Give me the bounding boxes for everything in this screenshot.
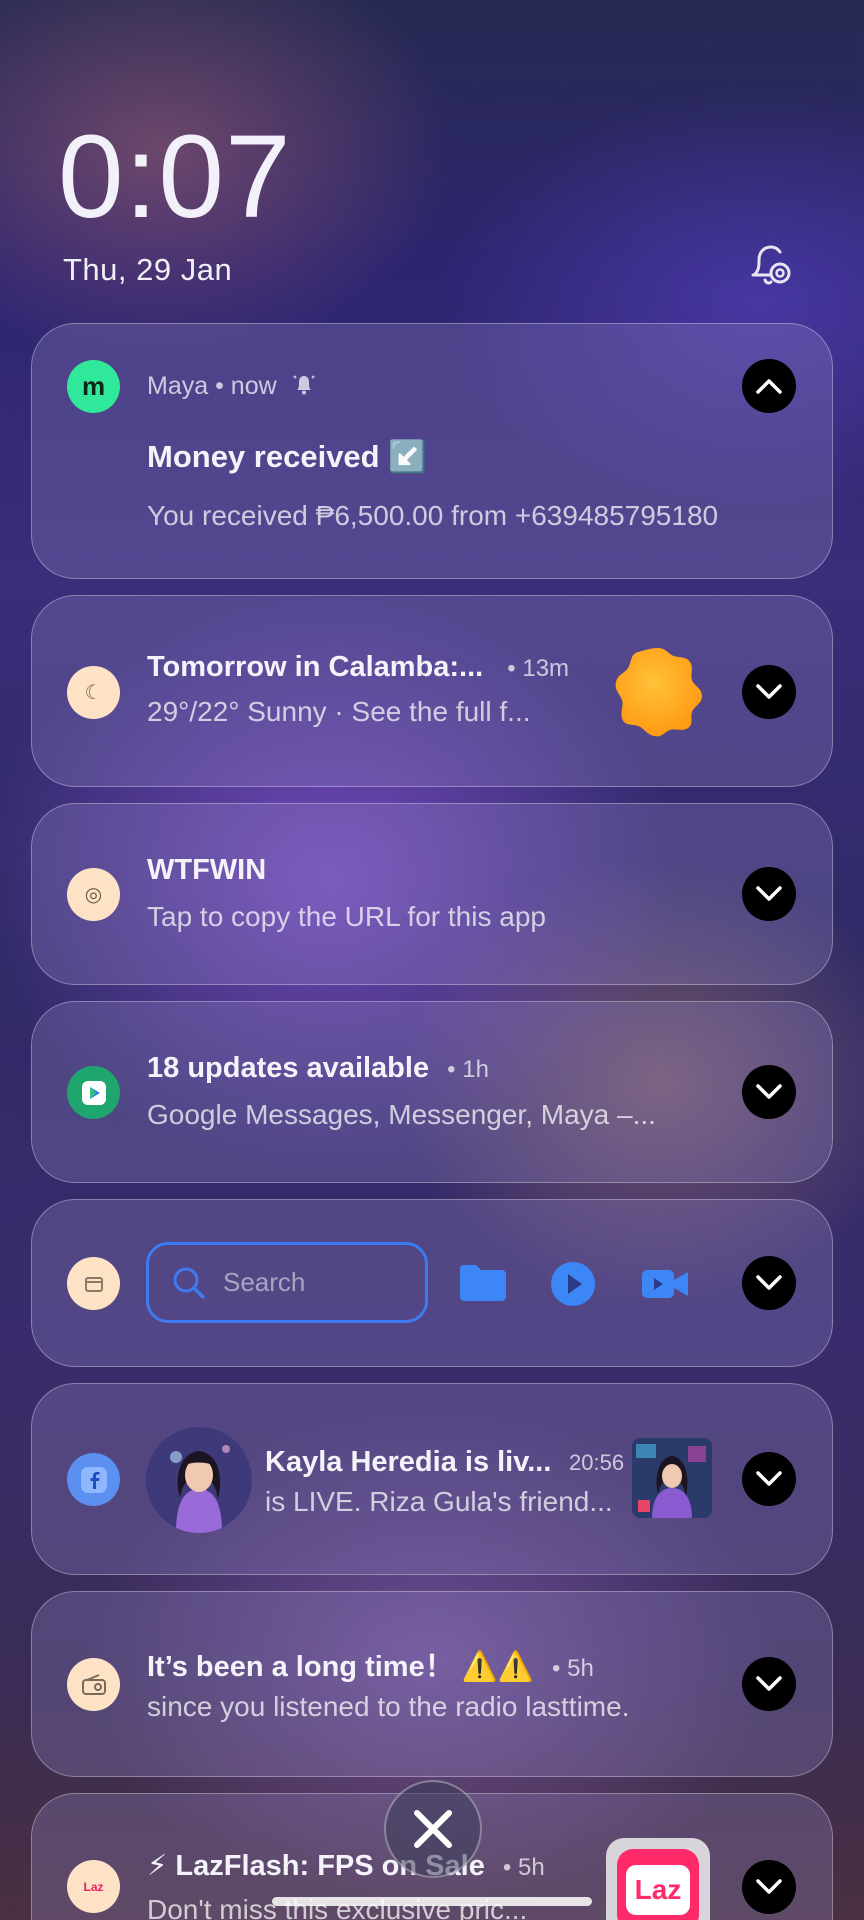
search-icon <box>173 1267 205 1299</box>
notification-body: Tap to copy the URL for this app <box>147 901 546 932</box>
live-thumbnail <box>632 1438 712 1518</box>
notification-card-play-store[interactable]: 18 updates available • 1h Google Message… <box>31 1001 833 1183</box>
expand-button[interactable] <box>742 1860 796 1914</box>
notification-title-row: It’s been a long time！ ⚠️⚠️ • 5h <box>147 1651 594 1683</box>
chevron-down-icon <box>756 1084 782 1099</box>
chevron-down-icon <box>756 684 782 699</box>
chevron-down-icon <box>756 1275 782 1290</box>
notification-title-row: Tomorrow in Calamba:... • 13m <box>147 651 570 683</box>
notification-settings-icon[interactable] <box>745 240 795 290</box>
weather-app-icon: ☾ <box>67 666 120 719</box>
notification-title: Money received ↙️ <box>147 439 427 474</box>
chevron-down-icon <box>756 1471 782 1486</box>
expand-button[interactable] <box>742 867 796 921</box>
file-manager-app-icon <box>67 1257 120 1310</box>
expand-button[interactable] <box>742 1657 796 1711</box>
facebook-app-icon <box>67 1453 120 1506</box>
video-camera-icon[interactable] <box>640 1266 690 1307</box>
notification-card-weather[interactable]: ☾ Tomorrow in Calamba:... • 13m 29°/22° … <box>31 595 833 787</box>
notification-body: 29°/22° Sunny · See the full f... <box>147 696 531 727</box>
play-store-icon <box>67 1066 120 1119</box>
search-placeholder: Search <box>223 1267 306 1297</box>
collapse-button[interactable] <box>742 359 796 413</box>
play-video-icon[interactable] <box>549 1260 597 1313</box>
expand-button[interactable] <box>742 1256 796 1310</box>
expand-button[interactable] <box>742 1452 796 1506</box>
clear-all-button[interactable] <box>384 1780 482 1878</box>
maya-app-icon: m <box>67 360 120 413</box>
notification-title: WTFWIN <box>147 854 267 886</box>
notification-title-row: ⚡ LazFlash: FPS on Sale • 5h <box>147 1850 545 1882</box>
notification-time: 13m <box>522 655 570 682</box>
chevron-down-icon <box>756 1676 782 1691</box>
close-icon <box>414 1810 452 1848</box>
notification-card-maya[interactable]: m Maya • now Money received ↙️ You recei… <box>31 323 833 579</box>
app-name: Maya <box>147 372 209 401</box>
sunny-weather-icon <box>610 644 706 740</box>
lockscreen-date: Thu, 29 Jan <box>63 252 233 287</box>
notification-title: Tomorrow in Calamba:... <box>147 651 484 683</box>
notification-body: is LIVE. Riza Gula's friend... <box>265 1486 613 1517</box>
avatar <box>146 1427 252 1533</box>
notification-card-radio[interactable]: It’s been a long time！ ⚠️⚠️ • 5h since y… <box>31 1591 833 1777</box>
lockscreen-clock: 0:07 <box>58 111 292 243</box>
notification-time: 5h <box>567 1655 594 1682</box>
notification-card-file-manager[interactable]: Search <box>31 1199 833 1367</box>
notification-time: 5h <box>517 1854 545 1881</box>
wtfwin-app-icon: ◎ <box>67 868 120 921</box>
folder-icon[interactable] <box>458 1263 508 1308</box>
chevron-up-icon <box>756 379 782 394</box>
lazada-app-icon: Laz <box>67 1860 120 1913</box>
notification-body: You received ₱6,500.00 from +63948579518… <box>147 500 719 531</box>
home-indicator[interactable] <box>272 1897 592 1906</box>
notification-card-facebook[interactable]: Kayla Heredia is liv... 20:56 is LIVE. R… <box>31 1383 833 1575</box>
notification-time: 1h <box>462 1056 489 1083</box>
bell-icon <box>292 372 316 403</box>
notification-title: Kayla Heredia is liv... <box>265 1446 552 1478</box>
notification-title: It’s been a long time！ ⚠️⚠️ <box>147 1651 534 1683</box>
notification-time: now <box>230 372 277 401</box>
notification-title: 18 updates available <box>147 1052 430 1084</box>
radio-app-icon <box>67 1658 120 1711</box>
expand-button[interactable] <box>742 1065 796 1119</box>
notification-header: Maya • now <box>147 372 316 403</box>
expand-button[interactable] <box>742 665 796 719</box>
chevron-down-icon <box>756 1879 782 1894</box>
notification-card-wtfwin[interactable]: ◎ WTFWIN Tap to copy the URL for this ap… <box>31 803 833 985</box>
chevron-down-icon <box>756 886 782 901</box>
notification-time: 20:56 <box>569 1450 625 1475</box>
notification-title-row: 18 updates available • 1h <box>147 1052 489 1084</box>
notification-body: since you listened to the radio lasttime… <box>147 1691 630 1722</box>
search-input[interactable]: Search <box>146 1242 428 1323</box>
separator-dot: • <box>215 372 231 401</box>
lazada-thumbnail: Laz <box>606 1838 710 1920</box>
notification-body: Google Messages, Messenger, Maya –... <box>147 1099 656 1130</box>
lazada-logo-text: Laz <box>626 1865 690 1915</box>
